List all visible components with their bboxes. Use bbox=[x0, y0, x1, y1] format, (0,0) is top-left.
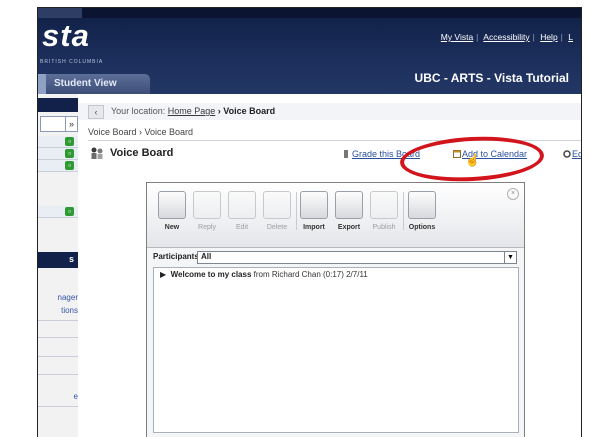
header-links: My Vista | Accessibility | Help | L bbox=[440, 32, 573, 42]
sidebar-header bbox=[38, 98, 78, 112]
sidebar-item[interactable]: ▫ bbox=[38, 206, 78, 218]
logout-link[interactable]: L bbox=[568, 32, 573, 42]
new-icon bbox=[158, 191, 186, 219]
student-view-label: Student View bbox=[54, 78, 117, 89]
participants-label: Participants: bbox=[153, 252, 202, 261]
course-title: UBC - ARTS - Vista Tutorial bbox=[414, 71, 569, 85]
expand-arrow-icon[interactable]: ▶ bbox=[160, 270, 166, 279]
plus-icon[interactable]: ▫ bbox=[65, 207, 74, 216]
voice-board-toolbar: New Reply Edit Delete Import Export Publ… bbox=[147, 183, 524, 248]
my-vista-link[interactable]: My Vista bbox=[441, 32, 473, 42]
options-icon bbox=[408, 191, 436, 219]
sidebar-link[interactable]: e bbox=[38, 392, 78, 401]
plus-icon[interactable]: ▫ bbox=[65, 149, 74, 158]
voice-board-window: New Reply Edit Delete Import Export Publ… bbox=[146, 182, 525, 437]
help-link[interactable]: Help bbox=[540, 32, 557, 42]
list-item[interactable]: ▶ Welcome to my class from Richard Chan … bbox=[160, 270, 368, 279]
close-icon[interactable]: × bbox=[507, 188, 519, 200]
message-title[interactable]: Welcome to my class bbox=[171, 270, 252, 279]
breadcrumb: Voice Board › Voice Board bbox=[88, 127, 194, 137]
sidebar-dropdown[interactable]: » bbox=[40, 116, 78, 132]
hand-cursor-icon: ☝ bbox=[465, 153, 480, 167]
current-location: Voice Board bbox=[223, 106, 276, 116]
message-list: ▶ Welcome to my class from Richard Chan … bbox=[153, 267, 519, 433]
settings-icon bbox=[563, 150, 571, 158]
vista-header: sta BRITISH COLUMBIA My Vista | Accessibi… bbox=[38, 8, 581, 94]
accessibility-link[interactable]: Accessibility bbox=[483, 32, 529, 42]
plus-icon[interactable]: ▫ bbox=[65, 137, 74, 146]
participants-select[interactable]: All ▼ bbox=[197, 251, 517, 264]
sidebar-section-header: s bbox=[38, 252, 78, 268]
plus-icon[interactable]: ▫ bbox=[65, 161, 74, 170]
location-text: Your location: Home Page › Voice Board bbox=[111, 106, 276, 116]
publish-icon bbox=[370, 191, 398, 219]
sidebar-link[interactable]: tions bbox=[38, 306, 78, 315]
sidebar-item[interactable]: ▫ bbox=[38, 160, 78, 172]
top-strip bbox=[38, 8, 581, 18]
publish-button[interactable]: Publish bbox=[369, 191, 399, 231]
page-title: Voice Board bbox=[110, 147, 174, 159]
message-meta: from Richard Chan (0:17) 2/7/11 bbox=[253, 270, 368, 279]
voice-board-icon bbox=[91, 147, 103, 159]
reply-button[interactable]: Reply bbox=[192, 191, 222, 231]
grade-icon bbox=[344, 150, 348, 158]
logo-subtitle: BRITISH COLUMBIA bbox=[40, 59, 104, 65]
edit-settings-link[interactable]: Edit Sett bbox=[572, 149, 581, 159]
options-button[interactable]: Options bbox=[407, 191, 437, 231]
sidebar-item[interactable]: ▫ bbox=[38, 136, 78, 148]
location-bar: ‹ Your location: Home Page › Voice Board bbox=[78, 103, 581, 120]
new-button[interactable]: New bbox=[157, 191, 187, 231]
import-button[interactable]: Import bbox=[299, 191, 329, 231]
student-view-tab[interactable]: Student View bbox=[38, 74, 150, 94]
delete-button[interactable]: Delete bbox=[262, 191, 292, 231]
export-icon bbox=[335, 191, 363, 219]
chevron-down-icon[interactable]: ▼ bbox=[504, 252, 516, 263]
home-page-link[interactable]: Home Page bbox=[168, 106, 216, 116]
import-icon bbox=[300, 191, 328, 219]
sidebar-link[interactable]: nager bbox=[38, 293, 78, 302]
participants-filter: Participants: All ▼ bbox=[153, 251, 517, 264]
edit-icon bbox=[228, 191, 256, 219]
edit-button[interactable]: Edit bbox=[227, 191, 257, 231]
screenshot-frame: sta BRITISH COLUMBIA My Vista | Accessibi… bbox=[37, 7, 582, 437]
chevron-down-icon[interactable]: » bbox=[65, 117, 77, 131]
reply-icon bbox=[193, 191, 221, 219]
sidebar-item[interactable]: ▫ bbox=[38, 148, 78, 160]
back-arrow-icon[interactable]: ‹ bbox=[88, 105, 104, 119]
course-sidebar: » ▫ ▫ ▫ ▫ s nager tions e bbox=[38, 94, 78, 437]
delete-icon bbox=[263, 191, 291, 219]
export-button[interactable]: Export bbox=[334, 191, 364, 231]
vista-logo: sta bbox=[42, 18, 90, 53]
